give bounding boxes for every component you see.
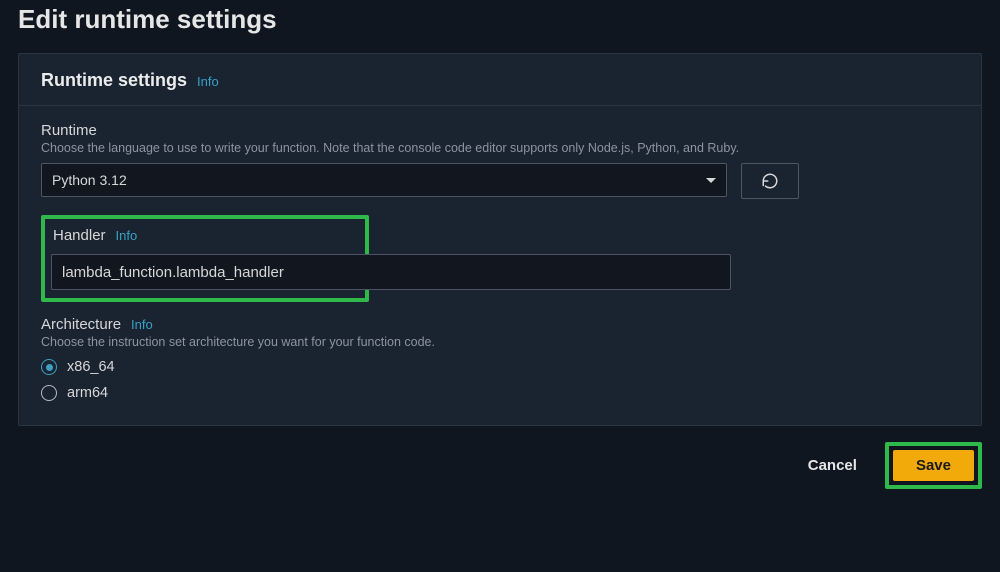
handler-block: Handler Info [41,215,369,302]
architecture-label: Architecture [41,316,121,333]
save-button-highlight: Save [885,442,982,489]
runtime-select-wrap: Python 3.12 [41,163,727,199]
cancel-button[interactable]: Cancel [794,449,871,482]
runtime-label: Runtime [41,122,97,139]
panel-body: Runtime Choose the language to use to wr… [19,106,981,425]
architecture-option-x86_64[interactable]: x86_64 [41,359,959,375]
handler-label: Handler [53,227,106,244]
architecture-info-link[interactable]: Info [131,317,153,332]
architecture-option-arm64[interactable]: arm64 [41,385,959,401]
radio-icon [41,359,57,375]
save-button[interactable]: Save [893,450,974,481]
architecture-label-row: Architecture Info [41,316,959,333]
runtime-hint: Choose the language to use to write your… [41,141,959,155]
radio-icon [41,385,57,401]
panel-header: Runtime settings Info [19,54,981,106]
runtime-select-value: Python 3.12 [52,172,127,188]
page-title: Edit runtime settings [18,4,982,35]
section-info-link[interactable]: Info [197,74,219,89]
runtime-row: Python 3.12 [41,163,959,199]
architecture-hint: Choose the instruction set architecture … [41,335,959,349]
handler-input[interactable] [51,254,731,290]
runtime-select[interactable]: Python 3.12 [41,163,727,197]
handler-info-link[interactable]: Info [116,228,138,243]
architecture-option-label: x86_64 [67,359,115,375]
footer-actions: Cancel Save [18,426,982,489]
runtime-label-row: Runtime [41,122,959,139]
architecture-block: Architecture Info Choose the instruction… [41,316,959,401]
section-title: Runtime settings [41,70,187,91]
page-root: Edit runtime settings Runtime settings I… [0,4,1000,507]
refresh-icon [761,172,779,190]
runtime-settings-panel: Runtime settings Info Runtime Choose the… [18,53,982,426]
refresh-button[interactable] [741,163,799,199]
architecture-option-label: arm64 [67,385,108,401]
handler-label-row: Handler Info [51,227,359,244]
